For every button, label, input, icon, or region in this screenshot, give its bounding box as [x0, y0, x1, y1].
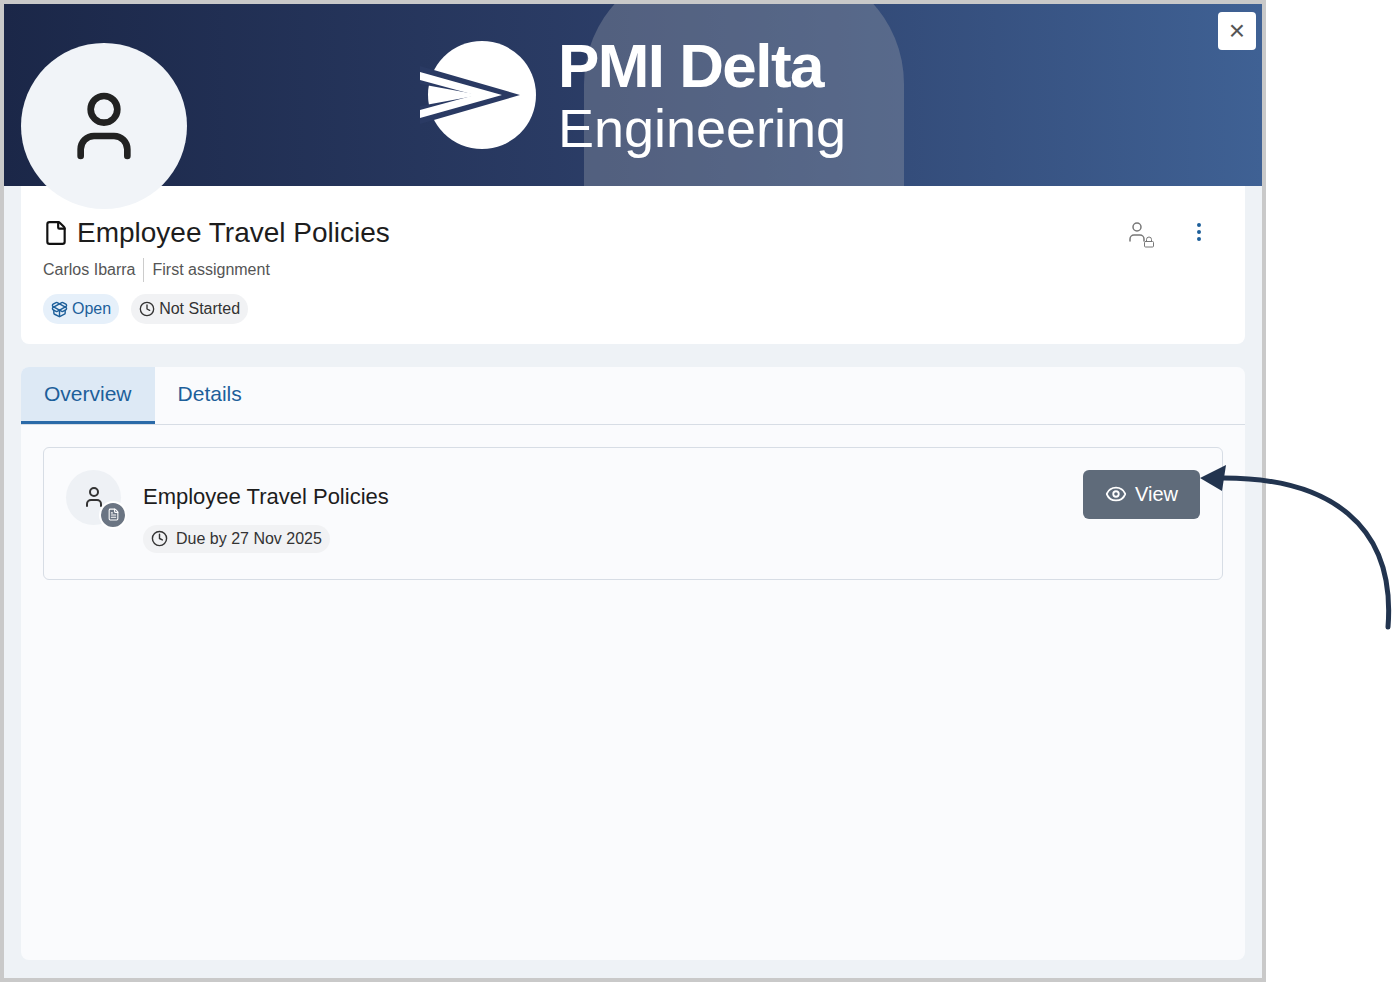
tab-bar: OverviewDetails: [21, 367, 1245, 425]
banner: PMI DeltaEngineering ×: [4, 4, 1262, 186]
tab[interactable]: Overview: [21, 367, 155, 424]
logo: PMI DeltaEngineering: [420, 35, 846, 155]
access-button[interactable]: [1125, 220, 1155, 248]
record-panel: PMI DeltaEngineering × Employee Travel Pol…: [0, 0, 1266, 982]
logo-chevron-icon: [420, 36, 538, 154]
person-icon: [64, 86, 144, 166]
open-box-icon: [51, 301, 68, 318]
more-menu-icon[interactable]: [1187, 220, 1211, 244]
header-card: Employee Travel Policies Carlos IbarraFir…: [21, 186, 1245, 344]
item-title: Employee Travel Policies: [143, 480, 389, 513]
document-icon: [107, 508, 120, 521]
avatar: [21, 43, 187, 209]
item-badge: [99, 501, 127, 529]
eye-icon: [1105, 483, 1127, 505]
tab[interactable]: Details: [155, 367, 265, 424]
close-button[interactable]: ×: [1218, 12, 1256, 50]
assignment-item: Employee Travel Policies Due by 27 Nov 20…: [43, 447, 1223, 580]
tab-panel: OverviewDetails Employee Travel Policies D…: [21, 367, 1245, 960]
clock-icon: [151, 530, 168, 547]
page: PMI DeltaEngineering × Employee Travel Pol…: [0, 0, 1400, 982]
progress-badge: Not Started: [131, 294, 248, 324]
logo-top-text: PMI Delta: [558, 35, 846, 97]
due-badge: Due by 27 Nov 2025: [143, 525, 330, 553]
item-avatar: [66, 470, 121, 525]
clock-icon: [139, 301, 155, 317]
assignment-text: First assignment: [144, 258, 269, 282]
lock-icon: [1143, 236, 1155, 248]
header-title: Employee Travel Policies: [77, 212, 390, 254]
owner-text: Carlos Ibarra: [43, 258, 144, 282]
logo-bottom-text: Engineering: [558, 101, 846, 155]
user-icon: [1125, 220, 1149, 244]
pointer-arrow-icon: [1190, 455, 1400, 635]
status-badge: Open: [43, 294, 119, 324]
document-icon: [43, 220, 69, 246]
view-button[interactable]: View: [1083, 470, 1200, 519]
